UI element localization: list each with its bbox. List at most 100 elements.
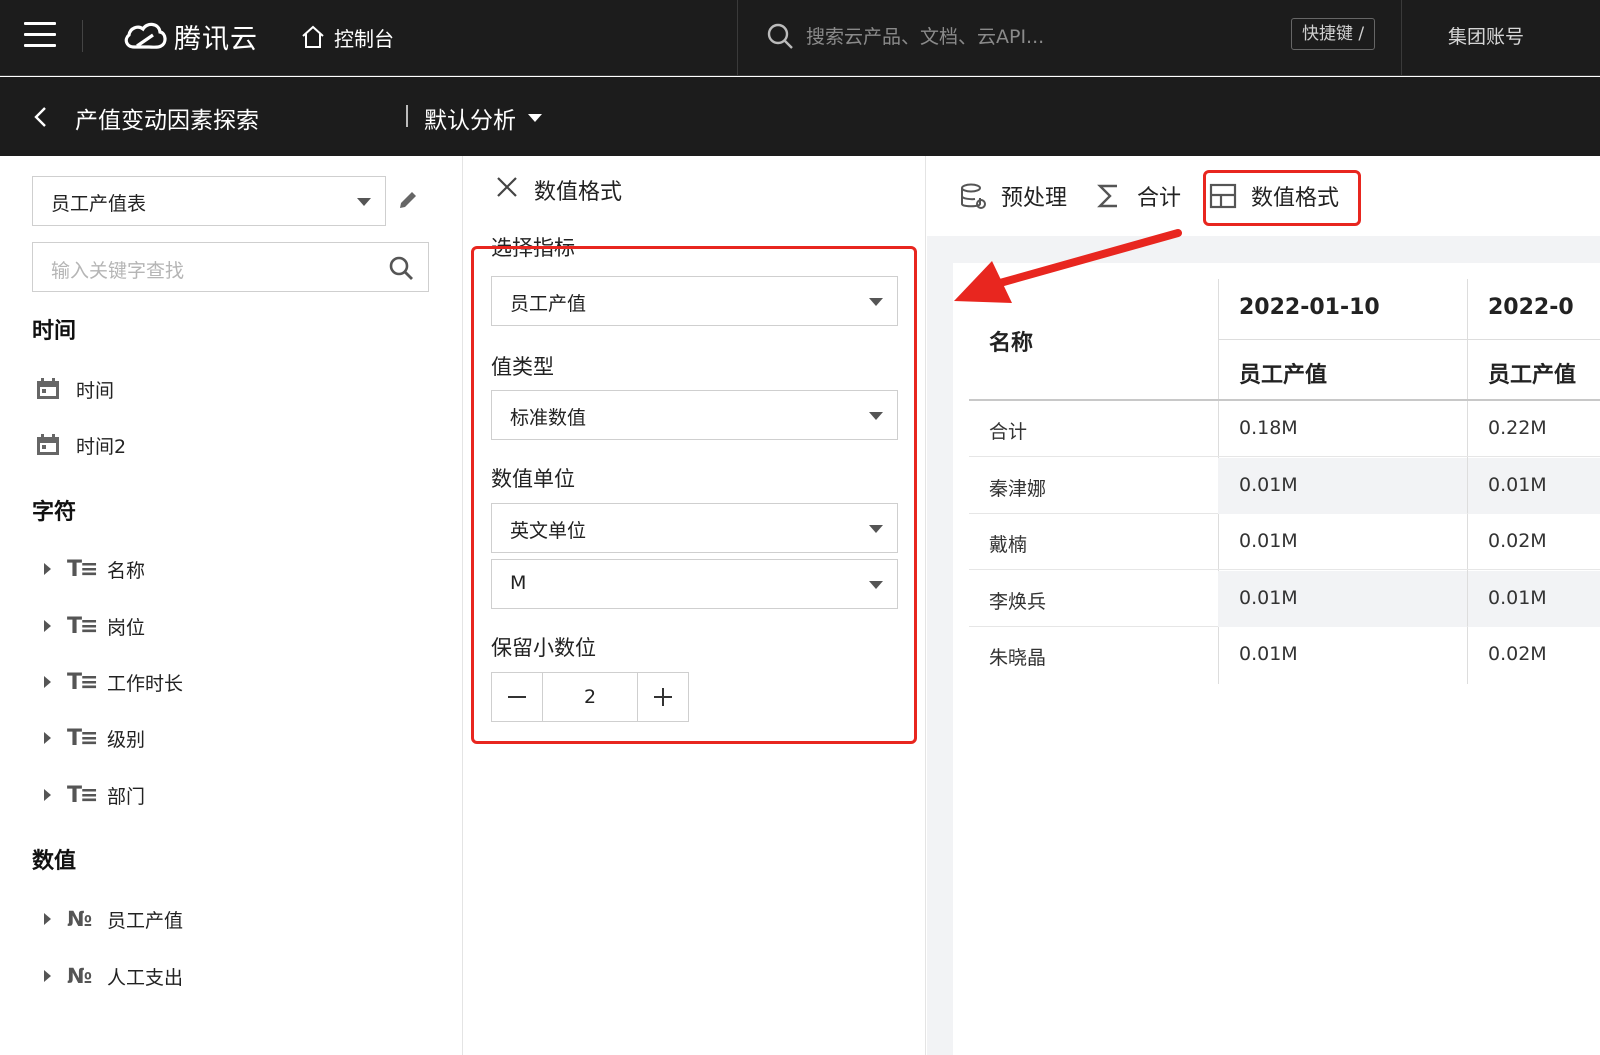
caret-down-icon — [528, 114, 542, 122]
cell-name: 秦津娜 — [989, 478, 1047, 500]
caret-down-icon — [869, 412, 883, 420]
unit-value: 英文单位 — [510, 520, 587, 542]
group-title-time: 时间 — [32, 319, 77, 344]
field-position[interactable]: T≡ 岗位 — [36, 611, 145, 641]
table-row[interactable]: 秦津娜 0.01M 0.01M — [969, 458, 1600, 514]
cell-value: 0.01M — [1239, 643, 1298, 665]
expand-arrow-icon[interactable] — [44, 970, 51, 982]
calendar-icon — [37, 434, 59, 455]
decrement-button[interactable] — [492, 673, 542, 721]
menu-icon[interactable] — [24, 22, 56, 48]
column-header-measure: 员工产值 — [1239, 363, 1328, 388]
database-gear-icon — [961, 183, 986, 209]
global-search[interactable]: 搜索云产品、文档、云API... 快捷键 / — [737, 0, 1402, 76]
caret-down-icon — [869, 298, 883, 306]
cell-name: 朱晓晶 — [989, 647, 1047, 669]
cell-value: 0.02M — [1488, 643, 1547, 665]
search-placeholder: 搜索云产品、文档、云API... — [806, 26, 1045, 48]
field-label: 岗位 — [107, 616, 146, 639]
text-type-icon: T≡ — [67, 782, 98, 808]
field-employee-output[interactable]: № 员工产值 — [36, 904, 183, 934]
cell-value: 0.01M — [1239, 530, 1298, 552]
text-type-icon: T≡ — [67, 613, 98, 639]
brand-name: 腾讯云 — [174, 23, 258, 55]
caret-down-icon — [869, 525, 883, 533]
cell-value: 0.01M — [1488, 474, 1547, 496]
pencil-icon[interactable] — [396, 188, 420, 212]
console-link[interactable]: 控制台 — [300, 20, 394, 54]
group-title-num: 数值 — [32, 849, 77, 874]
shortcut-badge[interactable]: 快捷键 / — [1291, 18, 1376, 50]
total-button[interactable]: 合计 — [1095, 178, 1181, 214]
divider — [82, 20, 83, 52]
table-row[interactable]: 李焕兵 0.01M 0.01M — [969, 571, 1600, 627]
value-type-select[interactable]: 标准数值 — [491, 390, 898, 440]
value-type-label: 值类型 — [491, 355, 554, 379]
table-row[interactable]: 戴楠 0.01M 0.02M — [969, 514, 1600, 570]
preprocess-label: 预处理 — [1001, 186, 1068, 211]
text-type-icon: T≡ — [67, 556, 98, 582]
metric-select[interactable]: 员工产值 — [491, 276, 898, 326]
expand-arrow-icon[interactable] — [44, 676, 51, 688]
expand-arrow-icon[interactable] — [44, 563, 51, 575]
cell-value: 0.01M — [1239, 587, 1298, 609]
preprocess-button[interactable]: 预处理 — [959, 178, 1067, 214]
account-menu[interactable]: 集团账号 — [1448, 22, 1524, 49]
expand-arrow-icon[interactable] — [44, 789, 51, 801]
preview-toolbar: 预处理 合计 数值格式 — [927, 156, 1600, 236]
text-type-icon: T≡ — [67, 725, 98, 751]
panel-title: 数值格式 — [534, 180, 623, 205]
decimals-value[interactable]: 2 — [542, 673, 638, 721]
minus-icon — [508, 696, 526, 698]
analysis-dropdown[interactable]: 默认分析 — [424, 101, 542, 135]
field-label: 员工产值 — [107, 909, 184, 932]
expand-arrow-icon[interactable] — [44, 732, 51, 744]
increment-button[interactable] — [638, 673, 688, 721]
page-title: 产值变动因素探索 — [75, 108, 259, 134]
number-type-icon: № — [67, 964, 93, 988]
table-row[interactable]: 朱晓晶 0.01M 0.02M — [969, 627, 1600, 683]
field-search-input[interactable]: 输入关键字查找 — [32, 242, 429, 292]
unit-scale-value: M — [510, 572, 527, 594]
format-button[interactable]: 数值格式 — [1209, 178, 1339, 214]
total-label: 合计 — [1137, 186, 1182, 211]
search-icon[interactable] — [388, 255, 414, 281]
unit-label: 数值单位 — [491, 467, 575, 491]
cell-value: 0.02M — [1488, 530, 1547, 552]
expand-arrow-icon[interactable] — [44, 913, 51, 925]
search-icon — [767, 23, 793, 49]
field-label: 人工支出 — [107, 966, 184, 989]
unit-select[interactable]: 英文单位 — [491, 503, 898, 553]
calendar-icon — [37, 378, 59, 399]
field-label: 名称 — [107, 559, 146, 582]
divider — [406, 105, 408, 127]
table-layout-icon — [1209, 183, 1237, 209]
cell-value: 0.18M — [1239, 417, 1298, 439]
field-department[interactable]: T≡ 部门 — [36, 780, 145, 810]
table-row[interactable]: 合计 0.18M 0.22M — [969, 401, 1600, 457]
field-work-hours[interactable]: T≡ 工作时长 — [36, 667, 183, 697]
field-label: 时间 — [76, 379, 115, 402]
sigma-icon — [1097, 184, 1117, 208]
field-labor-cost[interactable]: № 人工支出 — [36, 961, 183, 991]
column-header-date: 2022-01-10 — [1239, 295, 1380, 320]
top-navbar: 腾讯云 控制台 搜索云产品、文档、云API... 快捷键 / 集团账号 — [0, 0, 1600, 76]
close-icon[interactable] — [496, 176, 518, 198]
page-header: 产值变动因素探索 默认分析 — [0, 77, 1600, 156]
expand-arrow-icon[interactable] — [44, 620, 51, 632]
field-level[interactable]: T≡ 级别 — [36, 723, 145, 753]
value-type-value: 标准数值 — [510, 407, 587, 429]
field-name[interactable]: T≡ 名称 — [36, 554, 145, 584]
metric-value: 员工产值 — [510, 293, 587, 315]
unit-scale-select[interactable]: M — [491, 559, 898, 609]
field-time2[interactable]: 时间2 — [36, 430, 126, 460]
brand-logo[interactable]: 腾讯云 — [122, 18, 258, 55]
text-type-icon: T≡ — [67, 669, 98, 695]
number-type-icon: № — [67, 907, 93, 931]
table-select[interactable]: 员工产值表 — [32, 176, 386, 226]
field-time[interactable]: 时间 — [36, 374, 114, 404]
decimals-stepper: 2 — [491, 672, 689, 722]
cell-value: 0.01M — [1488, 587, 1547, 609]
back-arrow-icon[interactable] — [30, 105, 52, 129]
cell-value: 0.22M — [1488, 417, 1547, 439]
